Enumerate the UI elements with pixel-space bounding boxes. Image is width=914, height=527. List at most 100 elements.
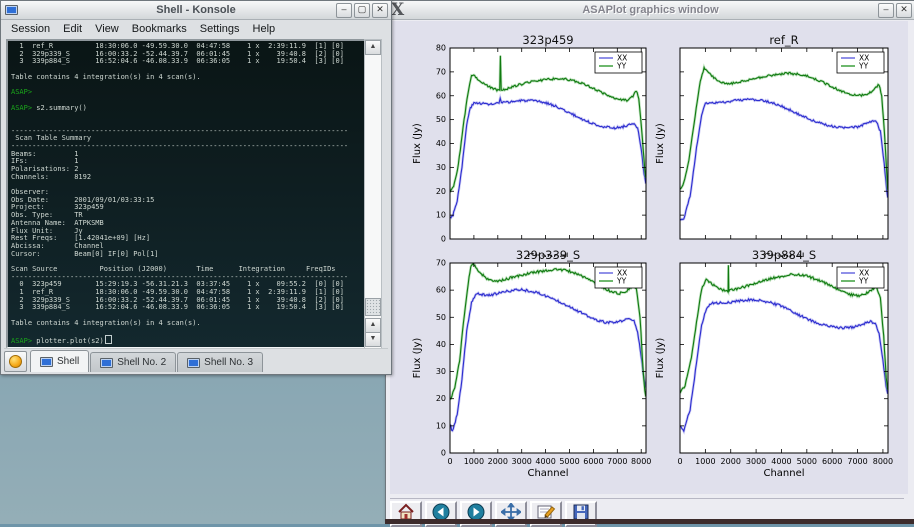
tab-label: Shell No. 2	[117, 357, 166, 368]
chart-title: 339p884_S	[752, 248, 816, 262]
scroll-up-icon[interactable]: ▲	[365, 40, 381, 55]
terminal-output: 1 ref_R 18:30:06.0 -49.59.30.0 04:47:58 …	[11, 43, 363, 343]
terminal-line	[11, 327, 363, 335]
scroll-up-icon[interactable]: ▲	[365, 318, 381, 333]
x-axis-label: Channel	[527, 468, 568, 479]
x-tick-label: 0	[677, 457, 682, 466]
figure-area[interactable]: 0 10 20 30 40 50 60 70 80 323p459 Flux (Jy) Channel…	[390, 21, 908, 494]
terminal-line: Table contains 4 integration(s) in 4 sca…	[11, 320, 363, 328]
menu-item-session[interactable]: Session	[9, 22, 52, 36]
y-tick-label: 50	[436, 313, 446, 322]
legend-label-YY: YY	[858, 62, 869, 71]
y-tick-label: 60	[436, 286, 446, 295]
tab-label: Shell	[57, 356, 79, 367]
minimize-button[interactable]: –	[878, 3, 894, 18]
shell-icon	[100, 358, 113, 368]
asapplot-window: X ASAPlot graphics window – ✕ 0 10 20 30 40 5…	[385, 0, 914, 521]
scroll-down-icon[interactable]: ▼	[365, 332, 381, 347]
terminal-window-title: Shell - Konsole	[1, 4, 391, 16]
y-tick-label: 70	[436, 259, 446, 268]
y-tick-label: 30	[436, 367, 446, 376]
x-tick-label: 7000	[847, 457, 867, 466]
plot-window-titlebar[interactable]: X ASAPlot graphics window – ✕	[386, 1, 914, 20]
close-button[interactable]: ✕	[372, 3, 388, 18]
y-tick-label: 10	[436, 211, 446, 220]
terminal-line: Channels: 8192	[11, 174, 363, 182]
legend: XXYY	[837, 267, 884, 288]
y-tick-label: 40	[436, 139, 446, 148]
y-tick-label: 0	[441, 449, 446, 458]
x-tick-label: 6000	[822, 457, 842, 466]
menu-item-settings[interactable]: Settings	[198, 22, 242, 36]
y-tick-label: 70	[436, 67, 446, 76]
x-tick-label: 8000	[873, 457, 893, 466]
menu-item-edit[interactable]: Edit	[61, 22, 84, 36]
new-session-button[interactable]	[4, 351, 27, 372]
x-tick-label: 2000	[721, 457, 741, 466]
y-tick-label: 50	[436, 115, 446, 124]
legend: XXYY	[595, 52, 642, 73]
y-axis-label: Flux (Jy)	[412, 123, 423, 164]
terminal-line	[11, 181, 363, 189]
session-tab-bar: Shell Shell No. 2 Shell No. 3	[4, 348, 388, 372]
y-tick-label: 60	[436, 91, 446, 100]
plot-window-title: ASAPlot graphics window	[386, 4, 914, 16]
legend: XXYY	[595, 267, 642, 288]
chart-title: 323p459	[522, 33, 573, 47]
terminal-line	[11, 81, 363, 89]
terminal-cursor	[105, 335, 112, 344]
axes-background	[680, 263, 888, 453]
menu-item-view[interactable]: View	[93, 22, 121, 36]
chart-339p884_S: 010002000300040005000600070008000339p884…	[655, 248, 893, 479]
x-tick-label: 4000	[771, 457, 791, 466]
x-tick-label: 7000	[607, 457, 627, 466]
y-tick-label: 20	[436, 394, 446, 403]
terminal-line: ASAP> s2.summary()	[11, 105, 363, 113]
terminal-line: ASAP>	[11, 89, 363, 97]
shell-icon	[187, 358, 200, 368]
y-axis-label: Flux (Jy)	[655, 123, 666, 164]
terminal-screen[interactable]: 1 ref_R 18:30:06.0 -49.59.30.0 04:47:58 …	[6, 39, 366, 348]
terminal-scrollbar[interactable]: ▲ ▲ ▼	[364, 39, 382, 349]
y-tick-label: 20	[436, 187, 446, 196]
x-tick-label: 4000	[535, 457, 555, 466]
screen-bottom-strip	[385, 519, 914, 524]
x-tick-label: 5000	[559, 457, 579, 466]
chart-title: ref_R	[769, 33, 798, 47]
menu-bar: Session Edit View Bookmarks Settings Help	[1, 20, 391, 37]
konsole-window: Shell - Konsole – ▢ ✕ Session Edit View Boo…	[0, 0, 392, 375]
tab-shell-no-3[interactable]: Shell No. 3	[177, 352, 263, 372]
axes-background	[450, 48, 646, 239]
minimize-button[interactable]: –	[336, 3, 352, 18]
new-session-icon	[9, 355, 22, 368]
y-tick-label: 30	[436, 163, 446, 172]
menu-item-help[interactable]: Help	[251, 22, 278, 36]
tab-shell-no-2[interactable]: Shell No. 2	[90, 352, 176, 372]
y-tick-label: 80	[436, 44, 446, 53]
terminal-titlebar[interactable]: Shell - Konsole – ▢ ✕	[1, 1, 391, 20]
close-button[interactable]: ✕	[896, 3, 912, 18]
terminal-line: ASAP> plotter.plot(s2)	[11, 335, 363, 343]
x-tick-label: 5000	[797, 457, 817, 466]
menu-item-bookmarks[interactable]: Bookmarks	[130, 22, 189, 36]
shell-icon	[40, 357, 53, 367]
scrollbar-thumb[interactable]	[365, 298, 381, 316]
legend: XXYY	[837, 52, 884, 73]
x-axis-label: Channel	[763, 468, 804, 479]
legend-label-YY: YY	[616, 62, 627, 71]
terminal-line	[11, 112, 363, 120]
terminal-line: 3 339p884_S 16:52:04.6 -46.08.33.9 06:36…	[11, 58, 363, 66]
x-tick-label: 2000	[488, 457, 508, 466]
x-tick-label: 1000	[464, 457, 484, 466]
maximize-button[interactable]: ▢	[354, 3, 370, 18]
tab-shell[interactable]: Shell	[30, 350, 89, 372]
terminal-line: Table contains 4 integration(s) in 4 sca…	[11, 74, 363, 82]
y-axis-label: Flux (Jy)	[655, 338, 666, 379]
legend-label-YY: YY	[616, 277, 627, 286]
x-tick-label: 8000	[631, 457, 651, 466]
x-tick-label: 6000	[583, 457, 603, 466]
chart-ref_R: ref_RFlux (Jy)ChannelXXYY	[655, 33, 888, 263]
terminal-line: 3 339p884_S 16:52:04.6 -46.08.33.9 06:36…	[11, 304, 363, 312]
y-tick-label: 10	[436, 421, 446, 430]
chart-title: 329p339_S	[516, 248, 580, 262]
